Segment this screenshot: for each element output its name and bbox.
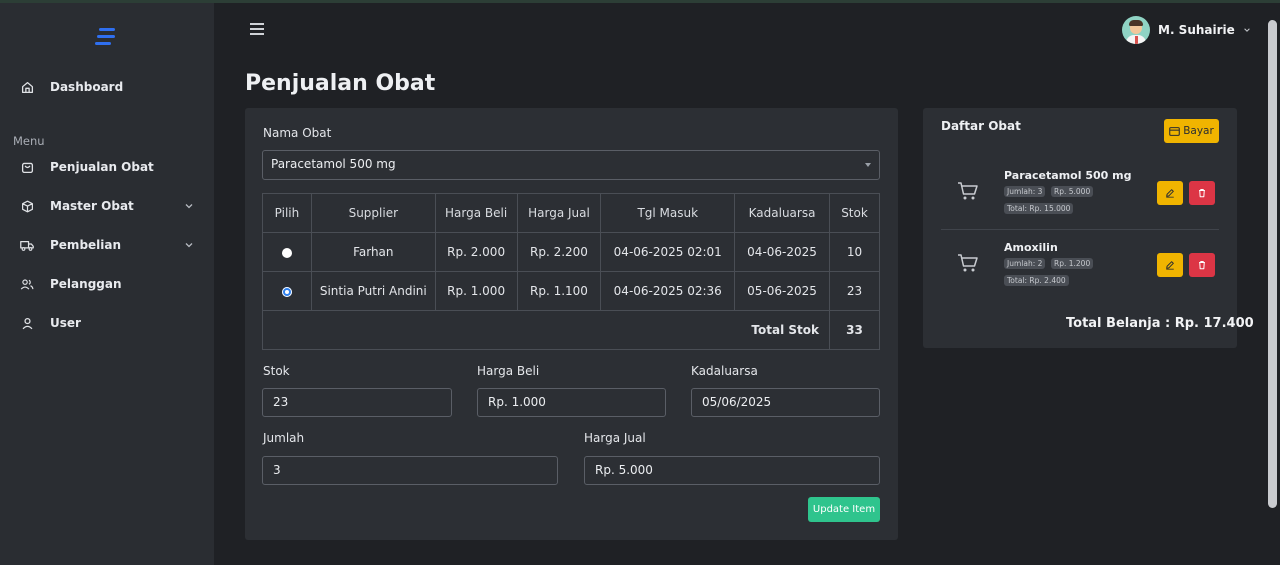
trash-icon: [1199, 261, 1205, 270]
column-header: Pilih: [262, 193, 312, 233]
column-header: Supplier: [310, 193, 436, 233]
jumlah-label: Jumlah: [263, 431, 305, 445]
total-badge: Total: Rp. 2.400: [1004, 275, 1069, 286]
column-header: Harga Beli: [434, 193, 518, 233]
stok-label: Stok: [263, 364, 290, 378]
logo-icon[interactable]: [95, 25, 119, 49]
update-item-button[interactable]: Update Item: [808, 497, 880, 522]
sidebar-item-penjualan-obat[interactable]: Penjualan Obat: [0, 151, 214, 183]
truck-icon: [20, 238, 34, 252]
chevron-down-icon: [1244, 28, 1250, 32]
price-badge: Rp. 5.000: [1051, 186, 1094, 197]
qty-badge: Jumlah: 3: [1004, 186, 1046, 197]
chevron-down-icon: [185, 204, 193, 209]
trash-icon: [1199, 189, 1205, 198]
kadaluarsa-cell: 04-06-2025: [734, 232, 830, 272]
stok-field[interactable]: 23: [262, 388, 452, 417]
total-badge: Total: Rp. 15.000: [1004, 203, 1074, 214]
kadaluarsa-cell: 05-06-2025: [734, 271, 830, 311]
harga-jual-cell: Rp. 2.200: [516, 232, 602, 272]
avatar: [1122, 16, 1150, 44]
price-badge: Rp. 1.200: [1051, 258, 1094, 269]
edit-button[interactable]: [1157, 253, 1183, 277]
edit-button[interactable]: [1157, 181, 1183, 205]
chevron-down-icon: [185, 243, 193, 248]
credit-card-icon: [1169, 126, 1180, 136]
table-row[interactable]: Sintia Putri Andini Rp. 1.000 Rp. 1.100 …: [262, 271, 880, 311]
cart-title: Daftar Obat: [941, 119, 1021, 133]
sidebar-item-label: Pelanggan: [50, 277, 122, 291]
sidebar-item-label: Pembelian: [50, 238, 122, 252]
box-icon: [20, 199, 34, 213]
pay-button[interactable]: Bayar: [1164, 119, 1219, 143]
delete-button[interactable]: [1189, 253, 1215, 277]
harga-beli-field[interactable]: Rp. 1.000: [477, 388, 666, 417]
sidebar-item-master-obat[interactable]: Master Obat: [0, 190, 214, 222]
column-header: Tgl Masuk: [600, 193, 736, 233]
sidebar-item-pelanggan[interactable]: Pelanggan: [0, 268, 214, 300]
total-stok-value: 33: [829, 310, 880, 350]
cart-item: Paracetamol 500 mg Jumlah: 3 Rp. 5.000 T…: [941, 157, 1219, 229]
scrollbar[interactable]: [1268, 20, 1277, 508]
table-total-row: Total Stok 33: [262, 310, 880, 350]
sidebar: Dashboard Menu Penjualan Obat Master Oba…: [0, 3, 214, 565]
sidebar-item-label: Master Obat: [50, 199, 134, 213]
harga-beli-cell: Rp. 2.000: [434, 232, 518, 272]
medicine-select-value: Paracetamol 500 mg: [271, 157, 396, 171]
menu-heading: Menu: [13, 134, 45, 148]
menu-toggle-icon[interactable]: [250, 23, 264, 35]
cart-item-name: Amoxilin: [1004, 241, 1058, 254]
delete-button[interactable]: [1189, 181, 1215, 205]
sidebar-item-user[interactable]: User: [0, 307, 214, 339]
cart-item-name: Paracetamol 500 mg: [1004, 169, 1132, 182]
supplier-cell: Farhan: [310, 232, 436, 272]
jumlah-field[interactable]: 3: [262, 456, 558, 485]
harga-beli-cell: Rp. 1.000: [434, 271, 518, 311]
stok-cell: 10: [829, 232, 880, 272]
medicine-select[interactable]: Paracetamol 500 mg: [262, 150, 880, 180]
harga-jual-cell: Rp. 1.100: [516, 271, 602, 311]
tgl-masuk-cell: 04-06-2025 02:01: [600, 232, 736, 272]
sidebar-item-pembelian[interactable]: Pembelian: [0, 229, 214, 261]
select-radio-checked[interactable]: [281, 286, 292, 297]
harga-jual-label: Harga Jual: [584, 431, 646, 445]
supplier-cell: Sintia Putri Andini: [310, 271, 436, 311]
edit-icon: [1166, 261, 1174, 270]
stok-cell: 23: [829, 271, 880, 311]
users-icon: [20, 277, 34, 291]
column-header: Harga Jual: [516, 193, 602, 233]
edit-icon: [1166, 189, 1174, 198]
table-row[interactable]: Farhan Rp. 2.000 Rp. 2.200 04-06-2025 02…: [262, 232, 880, 272]
batch-table: Pilih Supplier Harga Beli Harga Jual Tgl…: [262, 193, 880, 350]
kadaluarsa-label: Kadaluarsa: [691, 364, 758, 378]
kadaluarsa-field[interactable]: 05/06/2025: [691, 388, 880, 417]
grand-total: Total Belanja : Rp. 17.400: [1066, 316, 1254, 331]
column-header: Kadaluarsa: [734, 193, 830, 233]
column-header: Stok: [829, 193, 880, 233]
page-title: Penjualan Obat: [245, 71, 436, 96]
sidebar-item-dashboard[interactable]: Dashboard: [0, 71, 214, 103]
cart-icon: [958, 182, 978, 200]
caret-down-icon: [865, 163, 871, 167]
user-menu[interactable]: M. Suhairie: [1122, 15, 1251, 45]
cart-icon: [958, 254, 978, 272]
user-name: M. Suhairie: [1158, 23, 1235, 37]
sidebar-item-label: Dashboard: [50, 80, 124, 94]
cart-item: Amoxilin Jumlah: 2 Rp. 1.200 Total: Rp. …: [941, 229, 1219, 301]
table-header-row: Pilih Supplier Harga Beli Harga Jual Tgl…: [262, 193, 880, 233]
sidebar-item-label: Penjualan Obat: [50, 160, 154, 174]
harga-jual-field[interactable]: Rp. 5.000: [584, 456, 880, 485]
total-stok-label: Total Stok: [262, 310, 830, 350]
sidebar-item-label: User: [50, 316, 81, 330]
bag-icon: [20, 160, 34, 174]
user-icon: [20, 316, 34, 330]
home-icon: [20, 80, 34, 94]
pay-button-label: Bayar: [1183, 125, 1214, 137]
select-radio[interactable]: [281, 247, 292, 258]
qty-badge: Jumlah: 2: [1004, 258, 1046, 269]
nama-obat-label: Nama Obat: [263, 126, 332, 140]
harga-beli-label: Harga Beli: [477, 364, 540, 378]
tgl-masuk-cell: 04-06-2025 02:36: [600, 271, 736, 311]
